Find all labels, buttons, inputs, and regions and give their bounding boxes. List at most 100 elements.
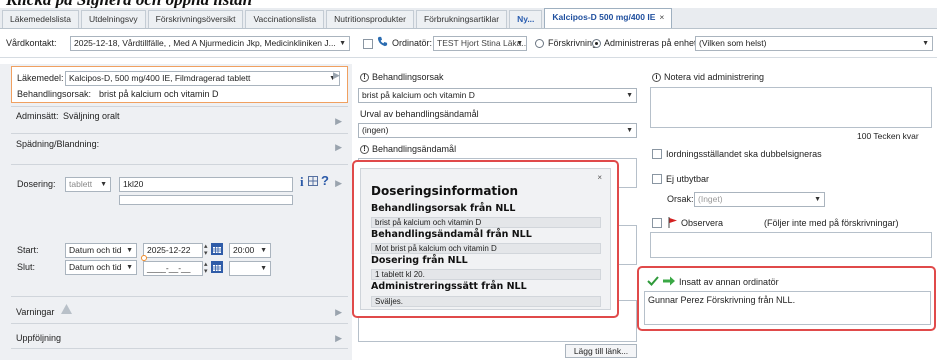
slut-type-value: Datum och tid: [69, 262, 122, 272]
ordinator-select[interactable]: TEST Hjort Stina Läka... ▼: [433, 36, 527, 51]
uppfoljning-row[interactable]: Uppföljning ▶: [11, 323, 348, 347]
behandlingsorsak-heading-text: Behandlingsorsak: [372, 72, 444, 82]
chevron-right-icon: ▶: [335, 142, 342, 152]
notera-heading-text: Notera vid administrering: [664, 72, 765, 82]
varningar-label: Varningar: [16, 307, 55, 317]
context-bar: Vårdkontakt: 2025-12-18, Vårdtillfälle, …: [0, 30, 937, 58]
dosering-value: 1kl20: [123, 179, 144, 189]
insatt-textarea[interactable]: Gunnar Perez Förskrivning från NLL.: [644, 291, 931, 325]
lagg-till-lank-button[interactable]: Lägg till länk...: [565, 344, 637, 358]
slut-type-select[interactable]: Datum och tid ▼: [65, 260, 137, 275]
tab-bar: Läkemedelslista Utdelningsvy Förskrivnin…: [0, 8, 937, 29]
tab-kalcipos[interactable]: Kalcipos-D 500 mg/400 IE ×: [544, 8, 673, 28]
forskrivning-radio[interactable]: [535, 39, 544, 48]
urval-value: (ingen): [362, 125, 389, 135]
chevron-right-icon[interactable]: ▶: [333, 70, 340, 81]
ej-utbytbar-checkbox[interactable]: [652, 174, 662, 184]
chevron-right-icon: ▶: [335, 116, 342, 126]
arrow-right-icon: [663, 276, 675, 288]
lakemedel-select[interactable]: Kalcipos-D, 500 mg/400 IE, Filmdragerad …: [65, 71, 340, 86]
andamal-heading: ! Behandlingsändamål: [360, 144, 456, 155]
vardkontakt-select[interactable]: 2025-12-18, Vårdtillfälle, , Med A Njurm…: [70, 36, 350, 51]
start-date-input[interactable]: 2025-12-22: [143, 243, 203, 258]
slut-time-select[interactable]: ▼: [229, 261, 271, 276]
enhet-select[interactable]: (Vilken som helst) ▼: [695, 36, 933, 51]
tecken-kvar: 100 Tecken kvar: [857, 131, 919, 141]
ordinator-checkbox[interactable]: [363, 39, 373, 49]
lakemedel-value: Kalcipos-D, 500 mg/400 IE, Filmdragerad …: [69, 73, 251, 83]
page-heading: Klicka på Signera och öppna listan: [0, 0, 340, 8]
chevron-down-icon: ▼: [339, 40, 346, 47]
tab-forskrivningsoversikt[interactable]: Förskrivningsöversikt: [147, 10, 244, 28]
chevron-right-icon: ▶: [335, 333, 342, 343]
adminsatt-row[interactable]: Adminsätt: Sväljning oralt ▶: [11, 106, 348, 132]
popup-value-behandlingsorsak: brist på kalcium och vitamin D: [371, 217, 601, 228]
vardkontakt-value: 2025-12-18, Vårdtillfälle, , Med A Njurm…: [74, 38, 336, 48]
tab-forbrukningsartiklar[interactable]: Förbrukningsartiklar: [415, 10, 508, 28]
chevron-down-icon: ▼: [814, 196, 821, 203]
chevron-right-icon: ▶: [335, 178, 342, 188]
spin-icon[interactable]: ▴ ▾: [204, 261, 208, 275]
urval-select[interactable]: (ingen) ▼: [358, 123, 637, 138]
popup-value-dosering: 1 tablett kl 20.: [371, 269, 601, 280]
info-icon[interactable]: i: [300, 174, 304, 190]
help-icon[interactable]: ?: [321, 173, 329, 188]
calendar-icon[interactable]: [211, 243, 223, 255]
administreras-radio[interactable]: [592, 39, 601, 48]
calendar-icon[interactable]: [211, 261, 223, 273]
dubbelsignera-checkbox[interactable]: [652, 149, 662, 159]
close-icon[interactable]: ×: [659, 12, 664, 22]
start-time-select[interactable]: 20:00 ▼: [229, 243, 271, 258]
slut-label: Slut:: [17, 262, 36, 272]
observera-textarea[interactable]: [650, 232, 932, 258]
popup-heading-dosering: Dosering från NLL: [371, 255, 468, 266]
ej-utbytbar-label: Ej utbytbar: [666, 174, 710, 184]
slut-date-input[interactable]: ____-__-__: [143, 261, 203, 276]
observera-label: Observera: [681, 218, 724, 228]
dosering-input[interactable]: 1kl20: [119, 177, 293, 192]
adminsatt-value: Sväljning oralt: [63, 111, 120, 121]
administreras-label: Administreras på enhet:: [604, 38, 700, 48]
tab-lakemedelslista[interactable]: Läkemedelslista: [2, 10, 79, 28]
info-icon: !: [360, 145, 369, 155]
warning-triangle-icon: [61, 304, 72, 316]
tab-vaccinationslista[interactable]: Vaccinationslista: [245, 10, 325, 28]
popup-body: × Doseringsinformation Behandlingsorsak …: [360, 168, 611, 310]
varningar-row[interactable]: Varningar ▶: [11, 296, 348, 322]
behandlingsorsak-value: brist på kalcium och vitamin D: [99, 89, 219, 99]
insatt-av-annan-box: Insatt av annan ordinatör Gunnar Perez F…: [637, 266, 936, 331]
observera-checkbox[interactable]: [652, 218, 662, 228]
spadning-row[interactable]: Spädning/Blandning: ▶: [11, 133, 348, 163]
enhet-value: (Vilken som helst): [699, 38, 767, 48]
notera-textarea[interactable]: [650, 87, 932, 128]
start-type-select[interactable]: Datum och tid ▼: [65, 243, 137, 258]
table-icon[interactable]: [308, 176, 318, 186]
tab-kalcipos-label: Kalcipos-D 500 mg/400 IE: [552, 12, 656, 22]
spin-icon[interactable]: ▴ ▾: [204, 243, 208, 257]
tab-nutritionsprodukter[interactable]: Nutritionsprodukter: [326, 10, 414, 28]
phone-icon: [377, 36, 388, 49]
ordinator-value: TEST Hjort Stina Läka...: [437, 38, 527, 48]
tab-ny[interactable]: Ny...: [509, 10, 543, 28]
dosering-label: Dosering:: [17, 179, 56, 189]
chevron-right-icon: ▶: [335, 307, 342, 317]
popup-heading-administreringssatt: Administreringssätt från NLL: [371, 281, 527, 292]
behandlingsorsak-select[interactable]: brist på kalcium och vitamin D ▼: [358, 88, 637, 103]
close-icon[interactable]: ×: [597, 173, 602, 182]
chevron-down-icon: ▼: [260, 247, 267, 254]
orsak-select[interactable]: (Inget) ▼: [694, 192, 825, 207]
start-time-value: 20:00: [233, 245, 255, 255]
dosering-form-select[interactable]: tablett ▼: [65, 177, 111, 192]
behandlingsorsak-select-value: brist på kalcium och vitamin D: [362, 90, 475, 100]
insatt-value: Gunnar Perez Förskrivning från NLL.: [648, 295, 796, 305]
info-icon: !: [360, 73, 369, 83]
dubbelsignera-label: Iordningsställandet ska dubbelsigneras: [666, 149, 822, 159]
popup-title: Doseringsinformation: [371, 184, 519, 198]
tab-utdelningsvy[interactable]: Utdelningsvy: [80, 10, 146, 28]
chevron-down-icon: ▼: [126, 247, 133, 254]
insatt-label: Insatt av annan ordinatör: [679, 277, 779, 287]
dosering-extra-input[interactable]: [119, 195, 293, 205]
spadning-label: Spädning/Blandning:: [16, 139, 100, 149]
behandlingsorsak-heading: ! Behandlingsorsak: [360, 72, 444, 83]
lakemedel-label: Läkemedel:: [17, 73, 64, 83]
